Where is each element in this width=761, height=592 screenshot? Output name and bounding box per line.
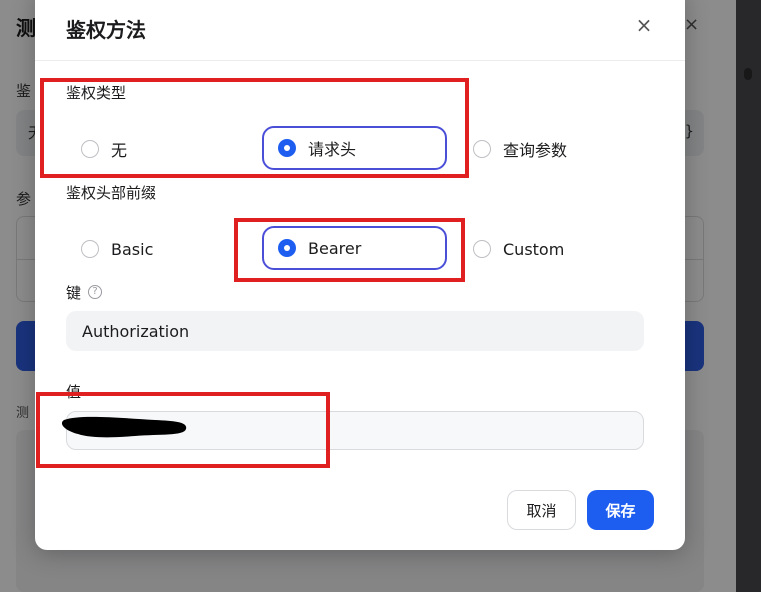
auth-type-option-query[interactable]: 查询参数 <box>473 127 643 171</box>
cancel-button[interactable]: 取消 <box>507 490 576 530</box>
radio-label: 无 <box>111 141 128 160</box>
prefix-option-bearer[interactable]: Bearer <box>262 226 447 270</box>
dialog-title: 鉴权方法 <box>66 18 146 42</box>
value-input[interactable] <box>66 411 644 450</box>
key-input[interactable]: Authorization <box>66 311 644 351</box>
radio-label: Custom <box>503 239 565 259</box>
radio-label: 查询参数 <box>503 141 568 160</box>
radio-label: Basic <box>111 239 154 259</box>
dialog-divider <box>35 60 685 61</box>
save-button[interactable]: 保存 <box>587 490 654 530</box>
auth-type-label: 鉴权类型 <box>66 84 127 102</box>
radio-label: Bearer <box>308 238 362 258</box>
prefix-option-custom[interactable]: Custom <box>473 227 643 271</box>
auth-type-option-header[interactable]: 请求头 <box>262 126 447 170</box>
value-label: 值 <box>66 383 82 401</box>
radio-selected-icon <box>278 139 296 157</box>
radio-label: 请求头 <box>308 140 357 159</box>
key-label: 键 <box>66 284 82 302</box>
auth-method-dialog: 鉴权方法 × 鉴权类型 无 请求头 查询参数 鉴权头部前缀 Basic Bear… <box>35 0 685 550</box>
radio-icon <box>81 240 99 258</box>
radio-icon <box>81 140 99 158</box>
radio-icon <box>473 140 491 158</box>
auth-type-option-none[interactable]: 无 <box>81 127 251 171</box>
close-icon[interactable]: × <box>633 14 655 36</box>
prefix-option-basic[interactable]: Basic <box>81 227 251 271</box>
radio-selected-icon <box>278 239 296 257</box>
radio-icon <box>473 240 491 258</box>
header-prefix-label: 鉴权头部前缀 <box>66 184 157 202</box>
help-icon[interactable]: ? <box>88 285 102 299</box>
